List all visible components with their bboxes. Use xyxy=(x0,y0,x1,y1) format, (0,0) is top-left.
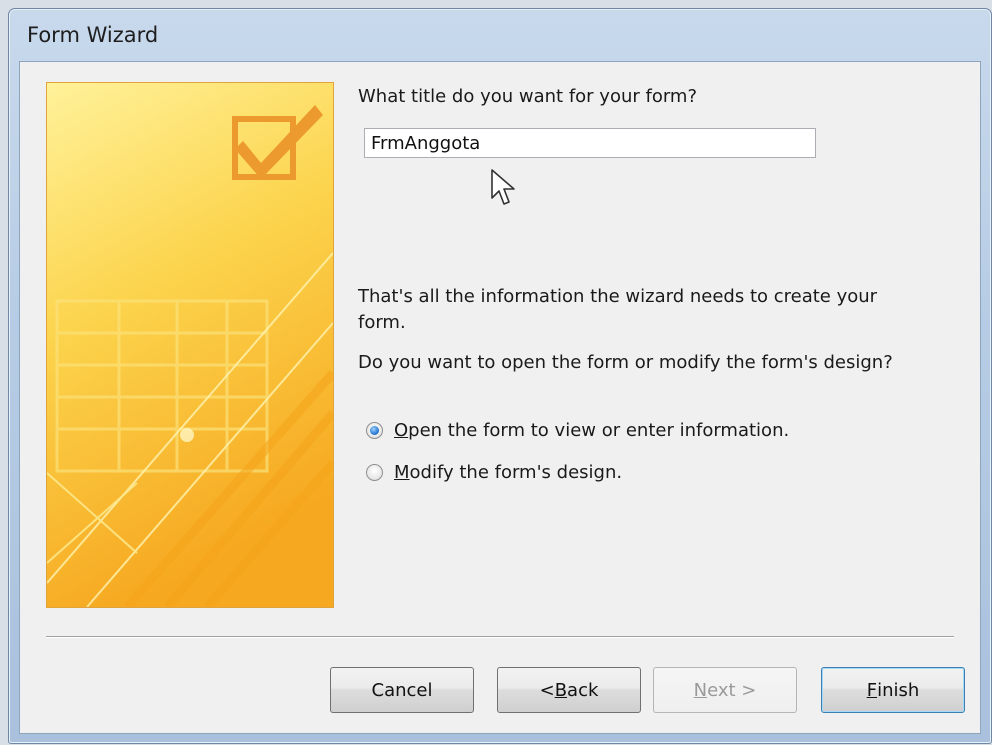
form-wizard-window: Form Wizard What title do you want for y… xyxy=(8,8,992,744)
button-separator xyxy=(46,636,954,638)
mouse-pointer-icon xyxy=(491,169,515,205)
wizard-content: What title do you want for your form? Th… xyxy=(19,61,981,734)
open-or-modify-question: Do you want to open the form or modify t… xyxy=(358,352,893,373)
finish-button[interactable]: Finish xyxy=(821,667,965,713)
wizard-info-text: That's all the information the wizard ne… xyxy=(358,286,878,333)
modify-design-radio[interactable] xyxy=(366,464,383,481)
open-form-option[interactable]: Open the form to view or enter informati… xyxy=(366,420,789,441)
title-bar[interactable]: Form Wizard xyxy=(9,9,991,61)
back-button[interactable]: < Back xyxy=(497,667,641,713)
open-form-radio[interactable] xyxy=(366,422,383,439)
modify-design-option[interactable]: Modify the form's design. xyxy=(366,462,622,483)
open-form-label: Open the form to view or enter informati… xyxy=(394,420,790,441)
cancel-button[interactable]: Cancel xyxy=(330,667,474,713)
form-title-input[interactable] xyxy=(364,128,816,158)
wizard-illustration xyxy=(46,82,334,608)
next-button[interactable]: Next > xyxy=(653,667,797,713)
form-title-question: What title do you want for your form? xyxy=(358,86,698,107)
modify-design-label: Modify the form's design. xyxy=(394,462,623,483)
window-title: Form Wizard xyxy=(27,23,159,47)
